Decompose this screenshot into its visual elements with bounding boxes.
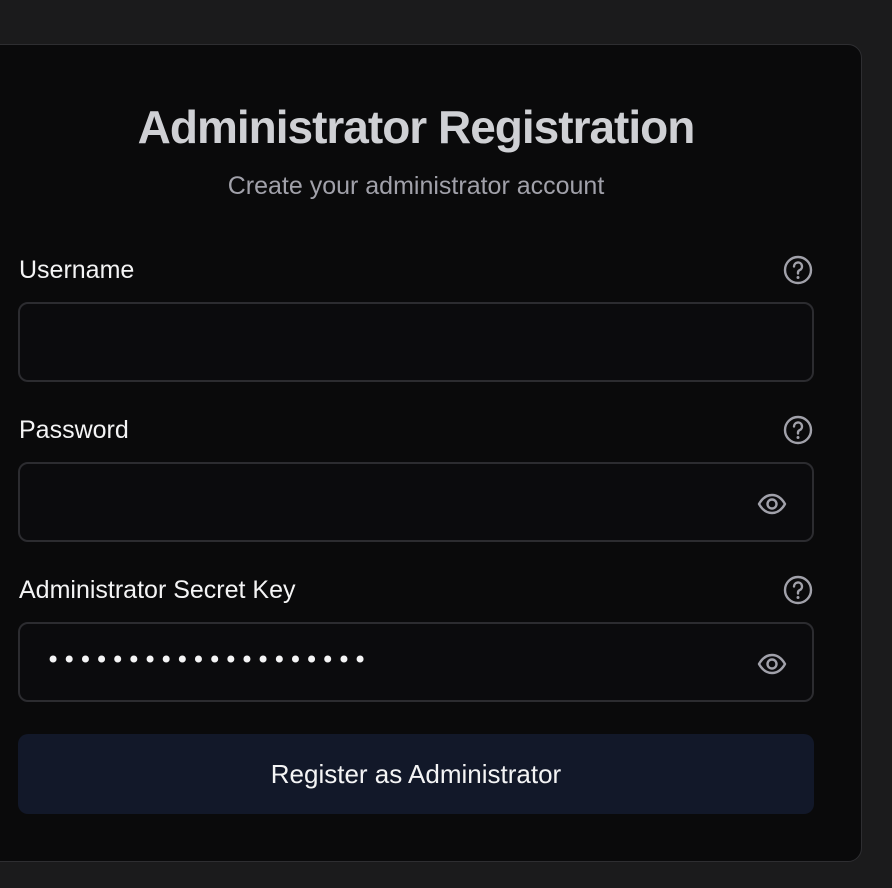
- show-password-eye-icon[interactable]: [756, 488, 788, 520]
- secret-key-label: Administrator Secret Key: [19, 576, 296, 604]
- password-field-box: [18, 462, 814, 542]
- secret-key-input[interactable]: ••••••••••••••••••••: [18, 622, 814, 702]
- username-input[interactable]: [20, 304, 812, 380]
- secret-key-help-icon[interactable]: [782, 574, 814, 606]
- username-label: Username: [19, 256, 135, 284]
- username-help-icon[interactable]: [782, 254, 814, 286]
- username-field-box: [18, 302, 814, 382]
- page-title: Administrator Registration: [137, 101, 696, 153]
- show-secret-key-eye-icon[interactable]: [756, 648, 788, 680]
- register-button[interactable]: Register as Administrator: [18, 734, 814, 814]
- page-subtitle: Create your administrator account: [227, 172, 605, 200]
- password-label: Password: [19, 416, 129, 444]
- password-help-icon[interactable]: [782, 414, 814, 446]
- secret-key-masked-value: ••••••••••••••••••••: [46, 646, 370, 674]
- password-input[interactable]: [20, 464, 812, 540]
